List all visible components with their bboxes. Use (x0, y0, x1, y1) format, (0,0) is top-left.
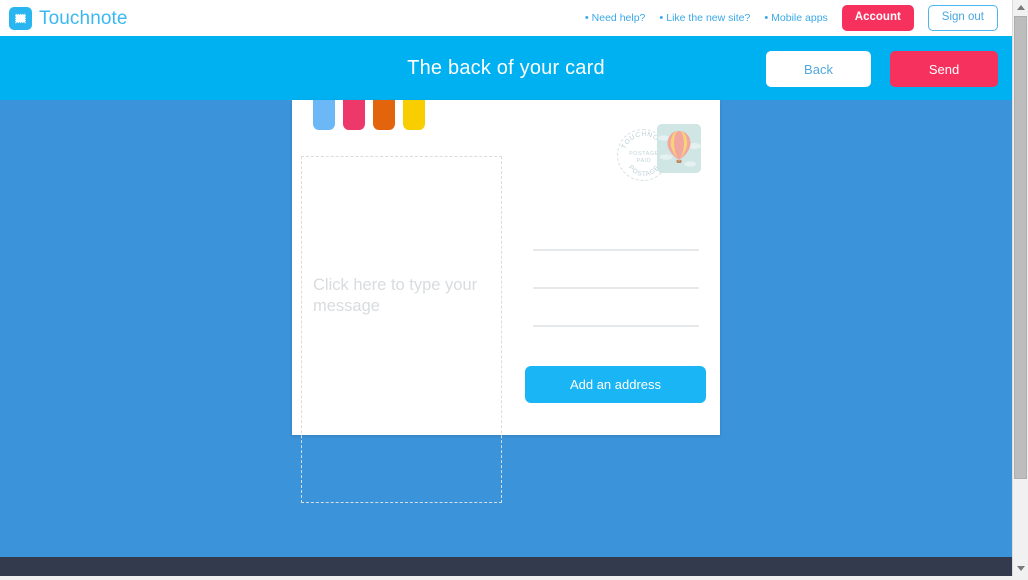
color-swatch-group (313, 100, 425, 130)
top-nav: • Need help? • Like the new site? • Mobi… (585, 0, 998, 36)
nav-link-label: Need help? (591, 12, 646, 24)
color-swatch-orange[interactable] (373, 100, 395, 130)
bullet-icon: • (584, 11, 589, 24)
address-line-2[interactable] (533, 287, 699, 289)
svg-text:PAID: PAID (637, 158, 652, 164)
hot-air-balloon-icon (657, 124, 701, 173)
color-swatch-yellow[interactable] (403, 100, 425, 130)
color-swatch-pink[interactable] (343, 100, 365, 130)
color-swatch-blue[interactable] (313, 100, 335, 130)
brand-name: Touchnote (39, 7, 128, 29)
horizontal-scrollbar[interactable] (0, 576, 1012, 580)
scroll-down-button[interactable] (1013, 561, 1028, 576)
send-button[interactable]: Send (890, 51, 998, 87)
message-input-area[interactable]: Click here to type your message (301, 156, 502, 503)
page-footer (0, 557, 1012, 576)
nav-link-mobile-apps[interactable]: • Mobile apps (764, 12, 827, 24)
address-line-3[interactable] (533, 325, 699, 327)
top-utility-bar: Touchnote • Need help? • Like the new si… (0, 0, 1012, 38)
bullet-icon: • (659, 11, 664, 24)
nav-link-need-help[interactable]: • Need help? (585, 12, 646, 24)
back-button[interactable]: Back (766, 51, 871, 87)
address-line-1[interactable] (533, 249, 699, 251)
scroll-up-button[interactable] (1013, 0, 1028, 15)
nav-link-label: Mobile apps (771, 12, 828, 24)
nav-link-label: Like the new site? (666, 12, 751, 24)
stamp-icon (9, 7, 32, 30)
address-line-group (533, 249, 699, 363)
sign-out-button[interactable]: Sign out (927, 5, 998, 31)
bullet-icon: • (764, 11, 769, 24)
add-an-address-button[interactable]: Add an address (525, 366, 706, 403)
brand-logo[interactable]: Touchnote (9, 7, 128, 30)
postcard-back: Click here to type your message TOUCHNOT… (292, 100, 720, 503)
scrollbar-corner (1012, 576, 1028, 580)
account-button[interactable]: Account (841, 5, 914, 31)
nav-link-like-the-new-site[interactable]: • Like the new site? (659, 12, 750, 24)
svg-text:POSTAGE: POSTAGE (629, 151, 659, 157)
vertical-scrollbar[interactable] (1012, 0, 1028, 576)
browser-viewport: Touchnote • Need help? • Like the new si… (0, 0, 1028, 580)
arrow-down-icon (1016, 566, 1025, 571)
vertical-scrollbar-thumb[interactable] (1014, 16, 1027, 479)
message-placeholder: Click here to type your message (313, 276, 478, 315)
arrow-up-icon (1016, 5, 1025, 10)
stamp-area: TOUCHNOTE POSTAGE PAID POSTAGE (617, 124, 712, 188)
